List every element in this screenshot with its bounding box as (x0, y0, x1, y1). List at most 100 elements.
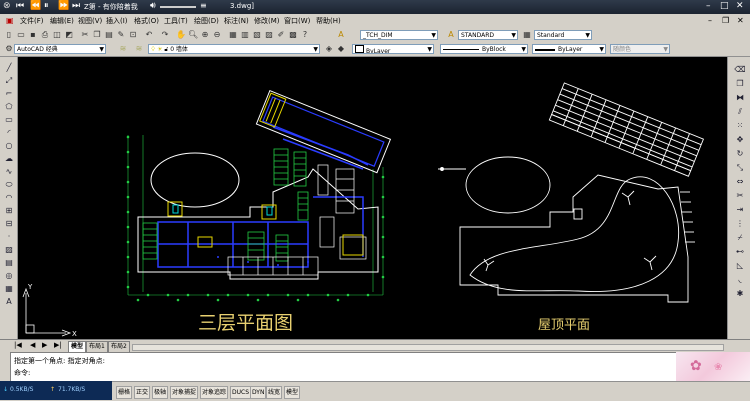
menu-insert[interactable]: 插入(I) (106, 16, 128, 26)
toggle-dyn[interactable]: DYN (250, 386, 267, 399)
rewind-icon[interactable]: ⏪ (30, 1, 41, 11)
doc-close-icon[interactable]: ✕ (737, 16, 744, 25)
block-editor-icon[interactable]: ⊡ (128, 30, 138, 40)
menu-file[interactable]: 文件(F) (20, 16, 44, 26)
make-current-icon[interactable]: ◆ (336, 44, 346, 54)
polygon-icon[interactable]: ⬠ (4, 102, 14, 112)
rotate-icon[interactable]: ↻ (734, 149, 746, 159)
linetype-select[interactable]: ByBlock ▼ (440, 44, 528, 54)
layer-previous-icon[interactable]: ≋ (134, 44, 144, 54)
construction-line-icon[interactable]: ⤢ (4, 76, 14, 86)
close-icon[interactable]: ✕ (736, 1, 744, 11)
tab-next-icon[interactable]: ▶ (42, 341, 47, 349)
playlist-icon[interactable]: ≡ (200, 1, 207, 10)
color-select[interactable]: ByLayer ▼ (352, 44, 434, 54)
toggle-ortho[interactable]: 正交 (134, 386, 151, 399)
mirror-icon[interactable]: ⧓ (734, 93, 746, 103)
ellipse-icon[interactable]: ⬭ (4, 180, 14, 190)
doc-icon[interactable]: ▣ (6, 16, 14, 25)
offset-icon[interactable]: ⫽ (734, 107, 746, 117)
spline-icon[interactable]: ∿ (4, 167, 14, 177)
menu-format[interactable]: 格式(O) (134, 16, 159, 26)
redo-icon[interactable]: ↷ (160, 30, 170, 40)
undo-icon[interactable]: ↶ (144, 30, 154, 40)
dim-style-select[interactable]: _TCH_DIM ▼ (360, 30, 438, 40)
paste-icon[interactable]: ▤ (104, 30, 114, 40)
region-icon[interactable]: ◎ (4, 271, 14, 281)
table-style-select[interactable]: Standard ▼ (534, 30, 592, 40)
join-icon[interactable]: ⊷ (734, 247, 746, 257)
open-folder-icon[interactable]: ▭ (16, 30, 26, 40)
print-icon[interactable]: ⎙ (40, 30, 50, 40)
zoom-window-icon[interactable]: ⊕ (200, 30, 210, 40)
insert-block-icon[interactable]: ⊞ (4, 206, 14, 216)
help-icon[interactable]: ? (300, 30, 310, 40)
mtext-icon[interactable]: A (4, 297, 14, 307)
new-file-icon[interactable]: ▯ (4, 30, 14, 40)
drawing-canvas[interactable]: 三层平面图 屋顶平面 Y X (18, 57, 727, 339)
make-block-icon[interactable]: ⊟ (4, 219, 14, 229)
volume-slider[interactable] (160, 6, 196, 8)
fillet-icon[interactable]: ◟ (734, 275, 746, 285)
menu-help[interactable]: 帮助(H) (316, 16, 341, 26)
doc-restore-icon[interactable]: ❐ (722, 16, 729, 25)
menu-edit[interactable]: 编辑(E) (50, 16, 74, 26)
hatch-icon[interactable]: ▨ (4, 245, 14, 255)
break-point-icon[interactable]: ⋮ (734, 219, 746, 229)
play-pause-icon[interactable]: ⏸ (44, 1, 49, 11)
forward-icon[interactable]: ⏩ (58, 1, 69, 11)
layer-manager-icon[interactable]: ≋ (118, 44, 128, 54)
match-properties-icon[interactable]: ✎ (116, 30, 126, 40)
volume-icon[interactable]: 🔊︎ (150, 1, 156, 11)
arc-icon[interactable]: ◜ (4, 128, 14, 138)
horizontal-scrollbar[interactable] (132, 344, 724, 351)
chamfer-icon[interactable]: ◺ (734, 261, 746, 271)
layer-select[interactable]: 💡︎ ☀ 🔓︎ 0 墙体 ▼ (148, 44, 320, 54)
publish-icon[interactable]: ◩ (64, 30, 74, 40)
layer-state-icon[interactable]: ◈ (324, 44, 334, 54)
save-icon[interactable]: ▪ (28, 30, 38, 40)
tab-prev-icon[interactable]: ◀ (30, 341, 35, 349)
tab-last-icon[interactable]: ▶| (54, 341, 62, 349)
table-icon[interactable]: ▦ (4, 284, 14, 294)
menu-tools[interactable]: 工具(T) (164, 16, 188, 26)
pan-icon[interactable]: ✋ (176, 30, 186, 40)
sheet-set-icon[interactable]: ▨ (264, 30, 274, 40)
menu-modify[interactable]: 修改(M) (254, 16, 280, 26)
rectangle-icon[interactable]: ▭ (4, 115, 14, 125)
toggle-polar[interactable]: 极轴 (152, 386, 169, 399)
toggle-lineweight[interactable]: 线宽 (266, 386, 283, 399)
explode-icon[interactable]: ✱ (734, 289, 746, 299)
prev-track-icon[interactable]: ⏮ (16, 1, 24, 11)
line-icon[interactable]: ╱ (4, 63, 14, 73)
scale-icon[interactable]: ⤡ (734, 163, 746, 173)
copy-object-icon[interactable]: ❐ (734, 79, 746, 89)
preview-icon[interactable]: ◫ (52, 30, 62, 40)
command-prompt[interactable]: 命令: (14, 368, 30, 378)
markup-icon[interactable]: ✐ (276, 30, 286, 40)
menu-window[interactable]: 窗口(W) (284, 16, 310, 26)
zoom-previous-icon[interactable]: ⊖ (212, 30, 222, 40)
trim-icon[interactable]: ✂ (734, 191, 746, 201)
revision-cloud-icon[interactable]: ☁ (4, 154, 14, 164)
properties-icon[interactable]: ▦ (228, 30, 238, 40)
menu-view[interactable]: 视图(V) (78, 16, 102, 26)
toggle-model[interactable]: 模型 (284, 386, 301, 399)
gradient-icon[interactable]: ▤ (4, 258, 14, 268)
tab-first-icon[interactable]: |◀ (14, 341, 22, 349)
command-window[interactable]: 指定第一个角点: 指定对角点: 命令: (10, 352, 677, 382)
workspace-select[interactable]: AutoCAD 经典 ▼ (14, 44, 106, 54)
plotstyle-select[interactable]: 随颜色 ▼ (610, 44, 670, 54)
toggle-osnap[interactable]: 对象捕捉 (170, 386, 199, 399)
move-icon[interactable]: ✥ (734, 135, 746, 145)
lineweight-select[interactable]: ByLayer ▼ (532, 44, 606, 54)
toggle-grid[interactable]: 栅格 (116, 386, 133, 399)
menu-draw[interactable]: 绘图(D) (194, 16, 219, 26)
calculator-icon[interactable]: ▩ (288, 30, 298, 40)
copy-icon[interactable]: ❐ (92, 30, 102, 40)
polyline-icon[interactable]: ⌐ (4, 89, 14, 99)
point-icon[interactable]: · (4, 232, 14, 242)
doc-minimize-icon[interactable]: – (708, 16, 712, 25)
array-icon[interactable]: ⁙ (734, 121, 746, 131)
circle-icon[interactable]: ○ (4, 141, 14, 151)
